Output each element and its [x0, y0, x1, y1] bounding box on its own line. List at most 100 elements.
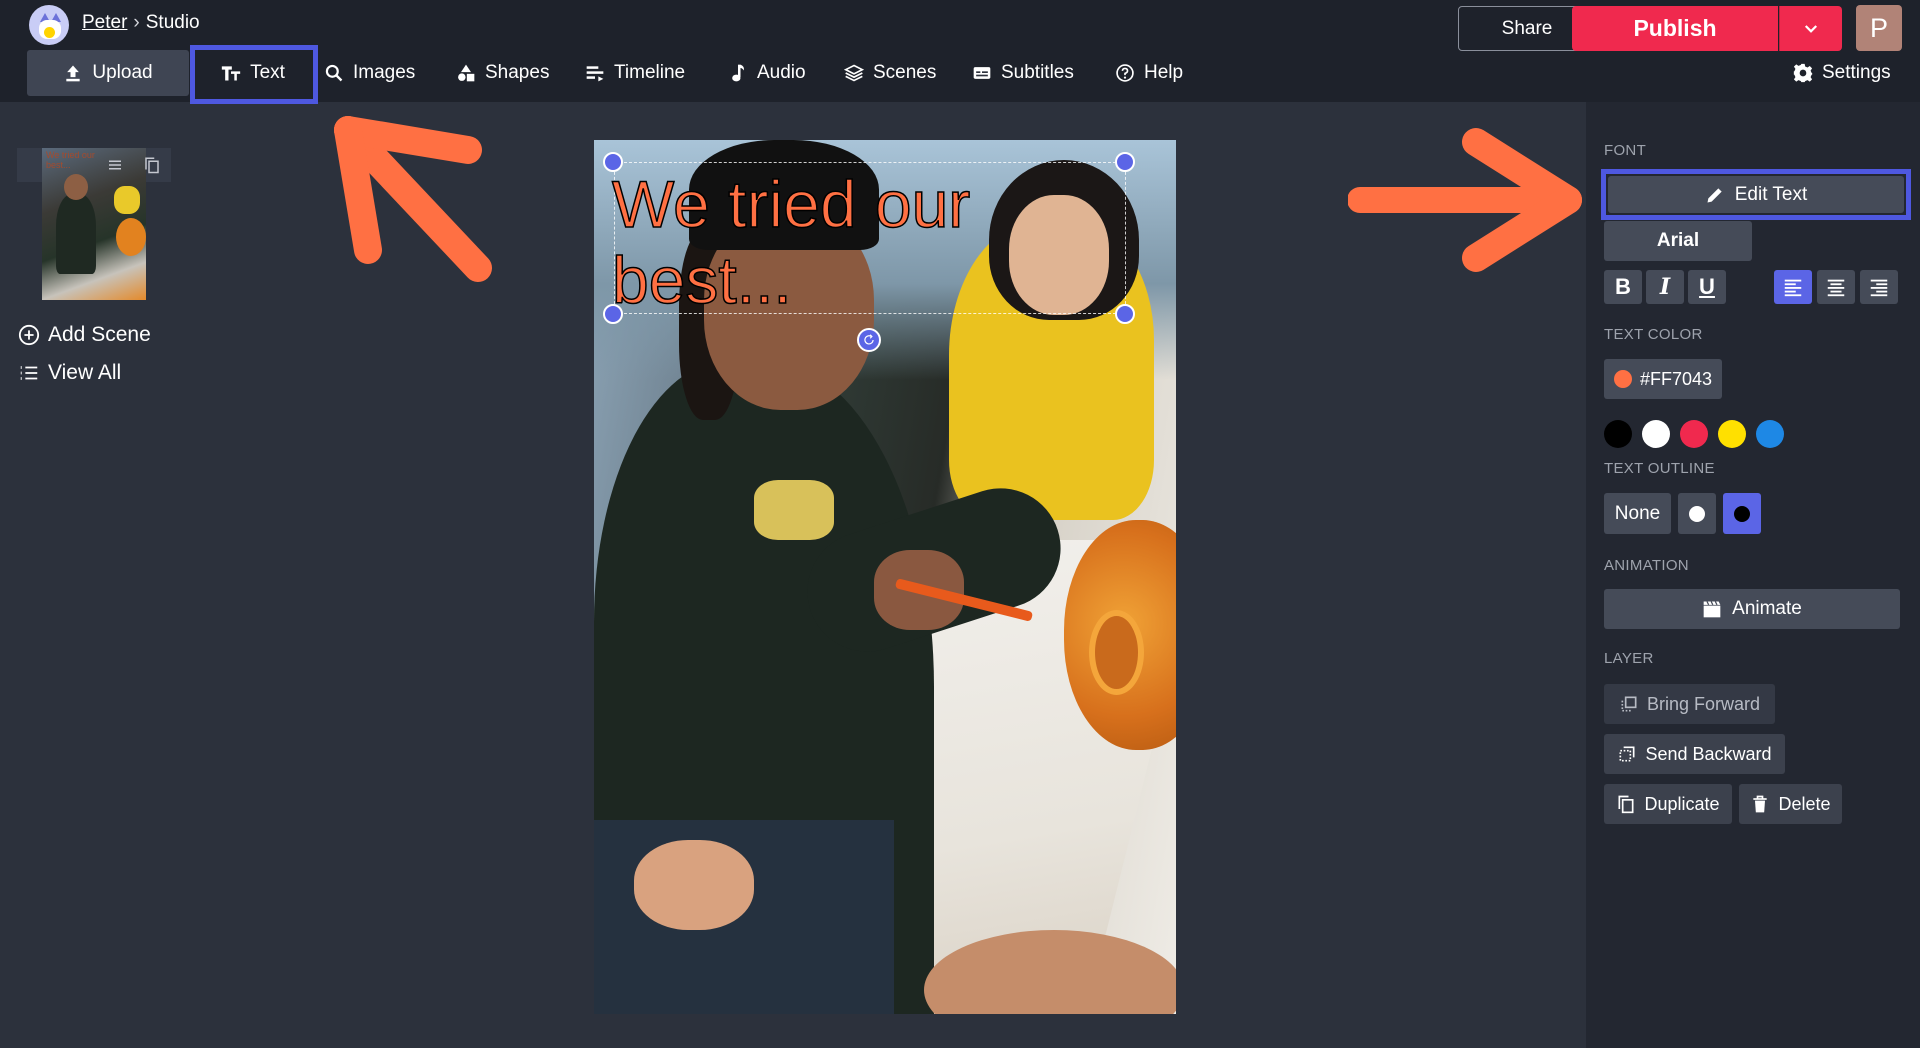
main-toolbar: Upload Text Images Shapes Timeline Audio… — [27, 50, 1907, 96]
add-scene-label: Add Scene — [48, 323, 151, 346]
shapes-button[interactable]: Shapes — [448, 50, 557, 96]
scene-menu-icon[interactable] — [106, 156, 124, 174]
duplicate-button[interactable]: Duplicate — [1604, 784, 1732, 824]
align-right-icon — [1870, 279, 1888, 297]
help-label: Help — [1144, 62, 1184, 83]
bring-forward-label: Bring Forward — [1646, 693, 1761, 714]
scenes-label: Scenes — [873, 62, 937, 83]
font-family-select[interactable]: Arial — [1604, 221, 1752, 261]
swatch-red[interactable] — [1680, 420, 1708, 448]
italic-button[interactable]: I — [1646, 270, 1684, 304]
outline-black-button[interactable] — [1723, 493, 1761, 534]
swatch-blue[interactable] — [1756, 420, 1784, 448]
scenes-button[interactable]: Scenes — [836, 50, 944, 96]
top-bar: Peter › Studio Share Publish P Upload Te… — [0, 0, 1920, 102]
images-label: Images — [353, 62, 416, 83]
list-icon — [20, 366, 38, 380]
text-color-picker[interactable]: #FF7043 — [1604, 359, 1722, 399]
edit-text-button[interactable]: Edit Text — [1608, 176, 1904, 213]
text-tool-label: Text — [250, 62, 285, 83]
resize-handle-bottom-right[interactable] — [1115, 304, 1135, 324]
breadcrumb-user-link[interactable]: Peter — [82, 12, 127, 34]
outline-none-button[interactable]: None — [1604, 493, 1671, 534]
app-logo-icon[interactable] — [29, 5, 69, 45]
audio-label: Audio — [757, 62, 806, 83]
bold-button[interactable]: B — [1604, 270, 1642, 304]
view-all-label: View All — [48, 361, 122, 384]
resize-handle-top-right[interactable] — [1115, 152, 1135, 172]
text-icon — [221, 66, 241, 81]
images-button[interactable]: Images — [316, 50, 423, 96]
breadcrumb-current-page: Studio — [145, 12, 200, 33]
upload-button[interactable]: Upload — [27, 50, 189, 96]
resize-handle-bottom-left[interactable] — [603, 304, 623, 324]
add-scene-button[interactable]: Add Scene — [18, 323, 151, 347]
video-canvas[interactable]: We tried our best... — [594, 140, 1176, 1014]
swatch-black[interactable] — [1604, 420, 1632, 448]
search-icon — [325, 64, 343, 82]
animation-section-label: ANIMATION — [1604, 557, 1689, 574]
help-button[interactable]: Help — [1107, 50, 1191, 96]
shapes-label: Shapes — [485, 62, 550, 83]
underline-icon: U — [1699, 274, 1715, 299]
music-note-icon — [732, 64, 744, 82]
publish-button[interactable]: Publish — [1572, 6, 1778, 51]
layers-icon — [844, 64, 864, 82]
italic-icon: I — [1659, 274, 1671, 300]
animate-button[interactable]: Animate — [1604, 589, 1900, 629]
breadcrumb-separator: › — [133, 12, 140, 33]
swatch-white[interactable] — [1642, 420, 1670, 448]
shapes-icon — [458, 64, 475, 82]
bold-icon: B — [1615, 274, 1631, 299]
settings-button[interactable]: Settings — [1785, 50, 1899, 96]
send-backward-icon — [1619, 746, 1635, 762]
upload-label: Upload — [92, 62, 153, 83]
delete-label: Delete — [1778, 793, 1831, 814]
text-tool-button[interactable]: Text — [191, 50, 315, 96]
edit-text-label: Edit Text — [1734, 183, 1808, 205]
annotation-arrow-to-text-tool — [334, 116, 492, 282]
properties-sidebar: FONT Edit Text Arial B I U TEXT COLOR #F… — [1586, 102, 1920, 1048]
font-family-value: Arial — [1656, 230, 1700, 251]
user-avatar[interactable]: P — [1856, 5, 1902, 51]
subtitles-label: Subtitles — [1001, 62, 1074, 83]
underline-button[interactable]: U — [1688, 270, 1726, 304]
align-left-icon — [1784, 279, 1802, 297]
view-all-button[interactable]: View All — [18, 361, 121, 385]
annotation-arrow-to-edit-text — [1348, 128, 1582, 272]
timeline-button[interactable]: Timeline — [577, 50, 693, 96]
layer-section-label: LAYER — [1604, 650, 1654, 667]
publish-options-button[interactable] — [1779, 6, 1842, 51]
timeline-icon — [586, 66, 604, 82]
delete-button[interactable]: Delete — [1739, 784, 1842, 824]
breadcrumb: Peter › Studio — [82, 12, 200, 34]
align-center-button[interactable] — [1817, 270, 1855, 304]
bring-forward-button[interactable]: Bring Forward — [1604, 684, 1775, 724]
rotate-handle[interactable] — [857, 328, 881, 352]
align-right-button[interactable] — [1860, 270, 1898, 304]
plus-circle-icon — [18, 324, 40, 346]
subtitles-button[interactable]: Subtitles — [964, 50, 1082, 96]
audio-button[interactable]: Audio — [720, 50, 814, 96]
duplicate-label: Duplicate — [1644, 793, 1720, 814]
chevron-down-icon — [1804, 24, 1818, 33]
upload-icon — [66, 65, 81, 82]
outline-white-button[interactable] — [1678, 493, 1716, 534]
swatch-yellow[interactable] — [1718, 420, 1746, 448]
settings-label: Settings — [1822, 62, 1891, 83]
clapperboard-icon — [1703, 601, 1721, 618]
duplicate-scene-icon[interactable] — [143, 156, 161, 174]
copy-icon — [1618, 795, 1634, 814]
font-section-label: FONT — [1604, 142, 1647, 159]
send-backward-label: Send Backward — [1645, 743, 1772, 764]
rotate-icon — [864, 334, 874, 345]
align-center-icon — [1827, 279, 1845, 297]
text-outline-section-label: TEXT OUTLINE — [1604, 460, 1715, 477]
align-left-button[interactable] — [1774, 270, 1812, 304]
subtitles-icon — [973, 67, 991, 79]
canvas-overlay-text[interactable]: We tried our best... — [611, 166, 1082, 318]
resize-handle-top-left[interactable] — [603, 152, 623, 172]
send-backward-button[interactable]: Send Backward — [1604, 734, 1785, 774]
timeline-label: Timeline — [614, 62, 686, 83]
pencil-icon — [1707, 187, 1722, 202]
